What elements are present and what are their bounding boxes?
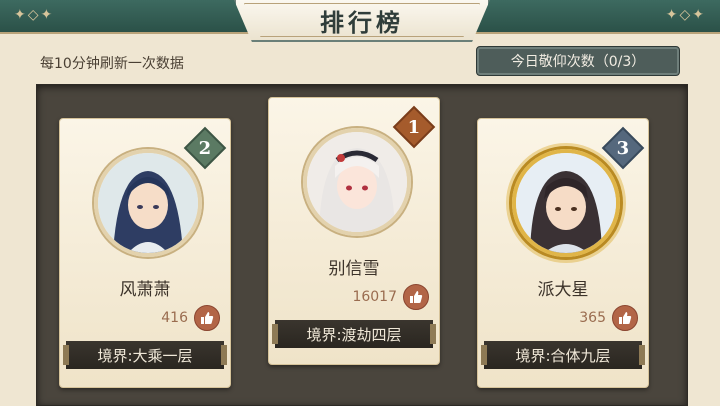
rank-badge: 3 bbox=[601, 126, 645, 170]
player-name: 别信雪 bbox=[328, 259, 380, 279]
player-name: 风萧萧 bbox=[119, 280, 171, 300]
title-plate: 排行榜 bbox=[234, 0, 490, 42]
thumb-up-icon[interactable] bbox=[194, 305, 220, 331]
like-count: 365 bbox=[579, 310, 606, 326]
realm-label: 境界:渡劫四层 bbox=[272, 320, 436, 348]
cloud-ornament-icon: ✦◇✦ bbox=[665, 7, 706, 23]
avatar[interactable] bbox=[303, 128, 411, 236]
like-row: 16017 bbox=[352, 284, 429, 310]
refresh-note: 每10分钟刷新一次数据 bbox=[40, 56, 184, 72]
realm-label: 境界:大乘一层 bbox=[63, 341, 227, 369]
avatar[interactable] bbox=[512, 149, 620, 257]
player-card-rank-1[interactable]: 1 别信雪 16017 境界:渡劫四层 bbox=[268, 97, 440, 365]
page-title: 排行榜 bbox=[320, 7, 404, 37]
avatar[interactable] bbox=[94, 149, 202, 257]
realm-label: 境界:合体九层 bbox=[481, 341, 645, 369]
rank-badge: 1 bbox=[392, 105, 436, 149]
worship-count-button[interactable]: 今日敬仰次数（0/3） bbox=[476, 46, 680, 76]
cloud-ornament-icon: ✦◇✦ bbox=[14, 7, 55, 23]
thumb-up-icon[interactable] bbox=[612, 305, 638, 331]
rank-badge: 2 bbox=[183, 126, 227, 170]
player-name: 派大星 bbox=[537, 280, 589, 300]
like-row: 416 bbox=[161, 305, 220, 331]
like-count: 416 bbox=[161, 310, 188, 326]
thumb-up-icon[interactable] bbox=[403, 284, 429, 310]
player-card-rank-2[interactable]: 2 风萧萧 416 境界:大乘一层 bbox=[59, 118, 231, 388]
like-count: 16017 bbox=[352, 289, 397, 305]
player-card-rank-3[interactable]: 3 派大星 365 境界:合体九层 bbox=[477, 118, 649, 388]
like-row: 365 bbox=[579, 305, 638, 331]
